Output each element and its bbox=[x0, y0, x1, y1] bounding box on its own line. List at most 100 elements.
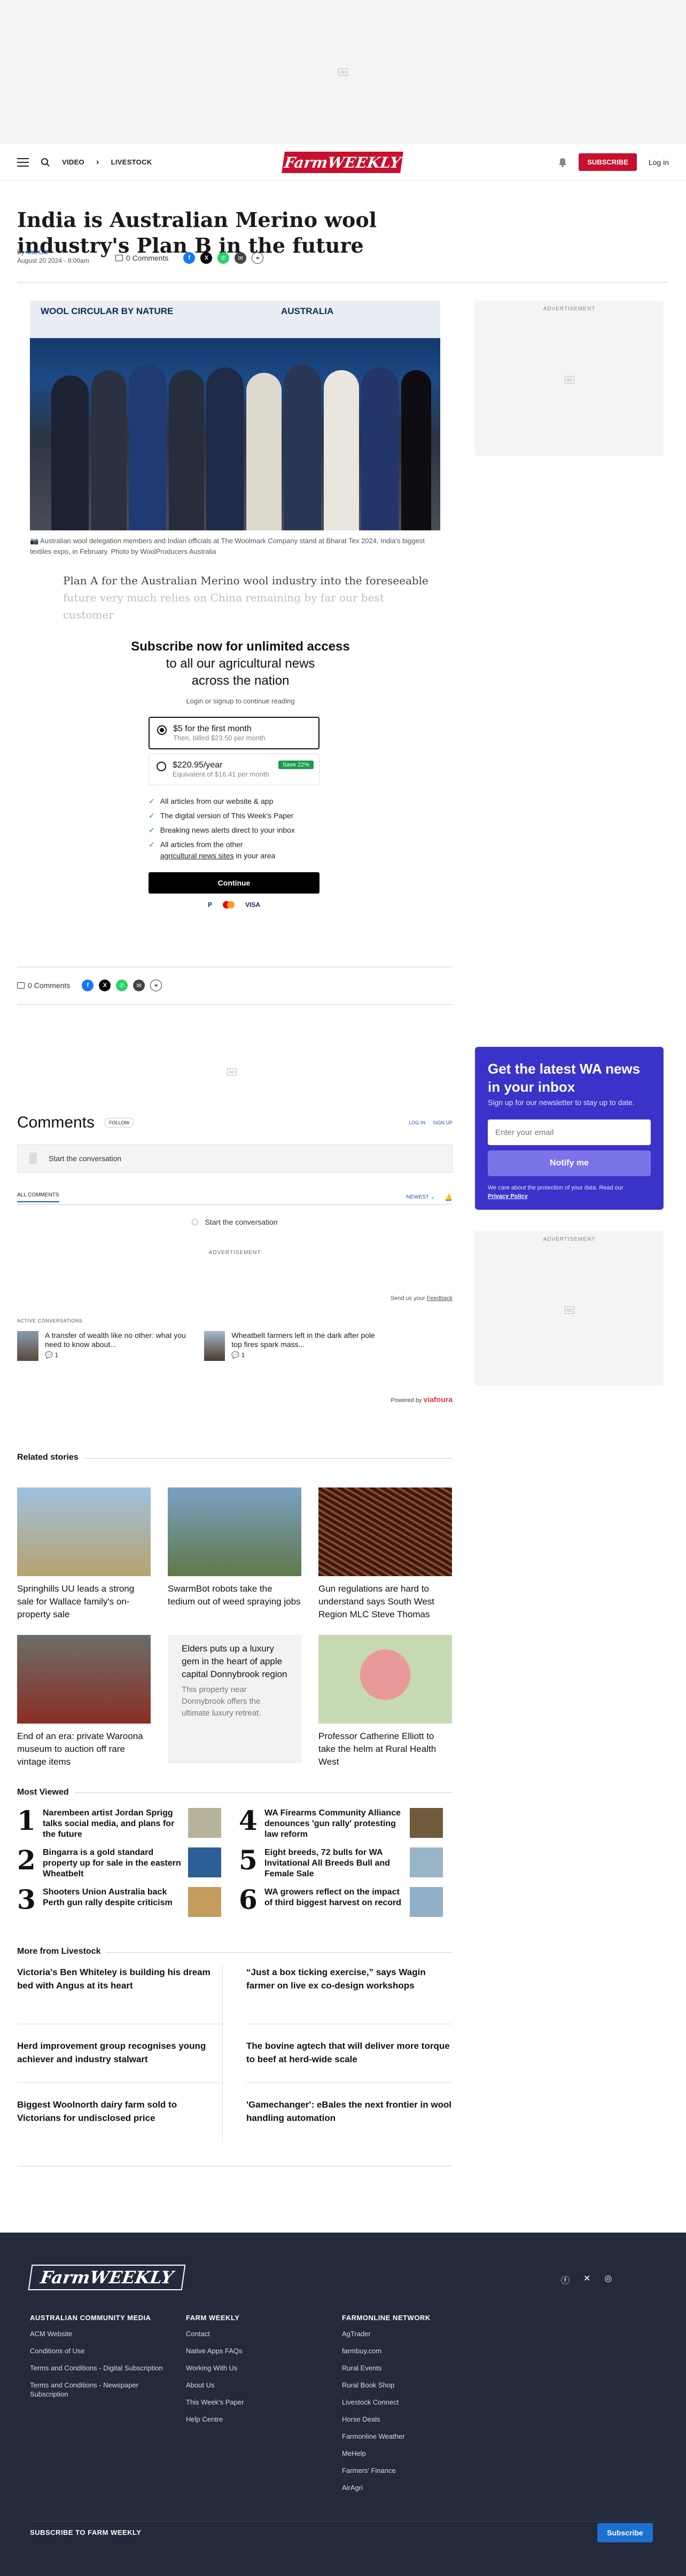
facebook-icon[interactable]: f bbox=[82, 980, 94, 991]
footer-link[interactable]: Terms and Conditions - Newspaper Subscri… bbox=[30, 2381, 169, 2399]
whatsapp-icon[interactable]: ✆ bbox=[116, 980, 128, 991]
continue-button[interactable]: Continue bbox=[149, 872, 319, 894]
photo-banner-text-2: AUSTRALIA bbox=[281, 306, 334, 316]
sort-select[interactable]: NEWEST ⌄ bbox=[406, 1194, 435, 1200]
most-viewed-item[interactable]: 5 Eight breeds, 72 bulls for WA Invitatio… bbox=[239, 1847, 453, 1880]
more-item[interactable]: Biggest Woolnorth dairy farm sold to Vic… bbox=[17, 2083, 223, 2142]
nav-video[interactable]: VIDEO bbox=[62, 158, 84, 166]
conversation-item[interactable]: A transfer of wealth like no other: what… bbox=[17, 1331, 188, 1361]
footer-link[interactable]: farmbuy.com bbox=[342, 2346, 481, 2355]
footer-link[interactable]: Rural Events bbox=[342, 2363, 481, 2373]
footer-link[interactable]: MeHelp bbox=[342, 2449, 481, 2458]
conversation-item[interactable]: Wheatbelt farmers left in the dark after… bbox=[204, 1331, 375, 1361]
site-logo[interactable]: FarmWEEKLY bbox=[282, 152, 403, 173]
footer-link[interactable]: Rural Book Shop bbox=[342, 2381, 481, 2390]
footer-link[interactable]: Farmers' Finance bbox=[342, 2466, 481, 2475]
related-card[interactable]: Professor Catherine Elliott to take the … bbox=[318, 1635, 452, 1768]
viafoura-logo[interactable]: viafoura bbox=[424, 1395, 453, 1404]
comments-count-link[interactable]: 0 Comments bbox=[17, 981, 70, 990]
link-icon[interactable]: ⚭ bbox=[150, 980, 162, 991]
menu-icon[interactable] bbox=[17, 158, 29, 167]
plan-option-yearly[interactable]: $220.95/year Equivalent of $16.41 per mon… bbox=[149, 754, 319, 785]
related-card[interactable]: Springhills UU leads a strong sale for W… bbox=[17, 1487, 151, 1621]
agri-sites-link[interactable]: agricultural news sites bbox=[160, 851, 234, 860]
most-viewed-item[interactable]: 3 Shooters Union Australia back Perth gun… bbox=[17, 1886, 231, 1917]
comments-link[interactable]: 0 Comments bbox=[115, 254, 168, 262]
facebook-icon[interactable]: f bbox=[183, 252, 196, 264]
feedback-link[interactable]: Feedback bbox=[427, 1295, 453, 1302]
bell-icon[interactable]: 🔔 bbox=[445, 1194, 453, 1201]
comments-signup[interactable]: SIGN UP bbox=[433, 1120, 453, 1125]
subscribe-button[interactable]: SUBSCRIBE bbox=[579, 153, 637, 171]
avatar-icon bbox=[192, 1219, 199, 1225]
most-viewed-item[interactable]: 1 Narembeen artist Jordan Sprigg talks so… bbox=[17, 1807, 231, 1840]
related-heading: Related stories bbox=[17, 1453, 84, 1462]
footer-link[interactable]: Working With Us bbox=[186, 2363, 325, 2373]
footer-link[interactable]: Contact bbox=[186, 2329, 325, 2338]
more-item[interactable]: 'Gamechanger': eBales the next frontier … bbox=[246, 2083, 452, 2142]
more-item[interactable]: Herd improvement group recognises young … bbox=[17, 2024, 223, 2083]
footer-link[interactable]: Livestock Connect bbox=[342, 2398, 481, 2407]
site-footer: FarmWEEKLY ⓕ ✕ ◎ AUSTRALIAN COMMUNITY ME… bbox=[0, 2233, 686, 2576]
benefit-item: ✓ All articles from the other agricultural… bbox=[149, 839, 319, 862]
footer-logo[interactable]: FarmWEEKLY bbox=[28, 2265, 186, 2290]
comments-heading: Comments bbox=[17, 1114, 95, 1131]
x-icon[interactable]: X bbox=[99, 980, 111, 991]
plan-option-monthly[interactable]: $5 for the first month Then, billed $23.5… bbox=[149, 717, 319, 749]
related-card[interactable]: End of an era: private Waroona museum to… bbox=[17, 1635, 151, 1768]
email-icon[interactable]: ✉ bbox=[235, 252, 247, 264]
email-icon[interactable]: ✉ bbox=[133, 980, 145, 991]
whatsapp-icon[interactable]: ✆ bbox=[217, 252, 230, 264]
tab-all-comments[interactable]: ALL COMMENTS bbox=[17, 1192, 59, 1202]
footer-link[interactable]: Conditions of Use bbox=[30, 2346, 169, 2355]
footer-link[interactable]: Farmonline Weather bbox=[342, 2432, 481, 2441]
more-heading: More from Livestock bbox=[17, 1947, 106, 1956]
footer-link[interactable]: Native Apps FAQs bbox=[186, 2346, 325, 2355]
search-icon[interactable] bbox=[41, 158, 50, 167]
bell-icon[interactable] bbox=[558, 158, 567, 167]
related-image bbox=[17, 1487, 151, 1576]
newsletter-email-input[interactable]: Enter your email bbox=[488, 1119, 651, 1145]
footer-link[interactable]: About Us bbox=[186, 2381, 325, 2390]
most-viewed-item[interactable]: 6 WA growers reflect on the impact of thi… bbox=[239, 1886, 453, 1917]
related-card[interactable]: Elders puts up a luxury gem in the heart… bbox=[168, 1635, 301, 1763]
more-item[interactable]: Victoria's Ben Whiteley is building his … bbox=[17, 1966, 223, 2024]
thumbnail bbox=[410, 1887, 443, 1917]
follow-button[interactable]: FOLLOW bbox=[104, 1118, 135, 1128]
facebook-icon[interactable]: ⓕ bbox=[561, 2273, 570, 2286]
comments-login[interactable]: LOG IN bbox=[409, 1120, 425, 1125]
related-image bbox=[318, 1487, 452, 1576]
comment-icon bbox=[17, 982, 25, 989]
footer-subscribe-button[interactable]: Subscribe bbox=[597, 2523, 653, 2542]
link-icon[interactable]: ⚭ bbox=[252, 252, 264, 264]
article-photo[interactable]: WOOL CIRCULAR BY NATURE AUSTRALIA bbox=[30, 301, 440, 530]
login-prompt[interactable]: Login or signup to continue reading bbox=[128, 697, 353, 705]
nav-livestock[interactable]: LIVESTOCK bbox=[111, 158, 152, 166]
more-item[interactable]: The bovine agtech that will deliver more… bbox=[246, 2024, 452, 2083]
x-icon[interactable]: X bbox=[200, 252, 213, 264]
footer-link[interactable]: AgTrader bbox=[342, 2329, 481, 2338]
most-viewed-item[interactable]: 4 WA Firearms Community Alliance denounce… bbox=[239, 1807, 453, 1840]
privacy-link[interactable]: Privacy Policy bbox=[488, 1193, 528, 1200]
login-link[interactable]: Log in bbox=[649, 158, 669, 167]
footer-link[interactable]: Horse Deals bbox=[342, 2415, 481, 2424]
start-conversation[interactable]: Start the conversation bbox=[49, 1154, 121, 1163]
related-image bbox=[318, 1635, 452, 1724]
x-icon[interactable]: ✕ bbox=[583, 2273, 590, 2286]
comment-composer[interactable]: Start the conversation bbox=[17, 1144, 453, 1173]
most-viewed-item[interactable]: 2 Bingarra is a gold standard property up… bbox=[17, 1847, 231, 1880]
footer-link[interactable]: Terms and Conditions - Digital Subscript… bbox=[30, 2363, 169, 2373]
related-card[interactable]: Gun regulations are hard to understand s… bbox=[318, 1487, 452, 1621]
chevron-right-icon: › bbox=[96, 157, 99, 167]
start-conversation-2[interactable]: Start the conversation bbox=[205, 1218, 277, 1226]
notify-button[interactable]: Notify me bbox=[488, 1150, 651, 1176]
footer-link[interactable]: ACM Website bbox=[30, 2329, 169, 2338]
more-item[interactable]: “Just a box ticking exercise,” says Wagi… bbox=[246, 1966, 452, 2024]
related-card[interactable]: SwarmBot robots take the tedium out of w… bbox=[168, 1487, 301, 1621]
footer-link[interactable]: Help Centre bbox=[186, 2415, 325, 2424]
instagram-icon[interactable]: ◎ bbox=[604, 2273, 612, 2286]
sidebar-ad: ADVERTISEMENT AD bbox=[475, 301, 664, 456]
footer-link[interactable]: This Week's Paper bbox=[186, 2398, 325, 2407]
author-link[interactable]: Mal Gill bbox=[26, 248, 48, 256]
footer-link[interactable]: AirAgri bbox=[342, 2483, 481, 2492]
